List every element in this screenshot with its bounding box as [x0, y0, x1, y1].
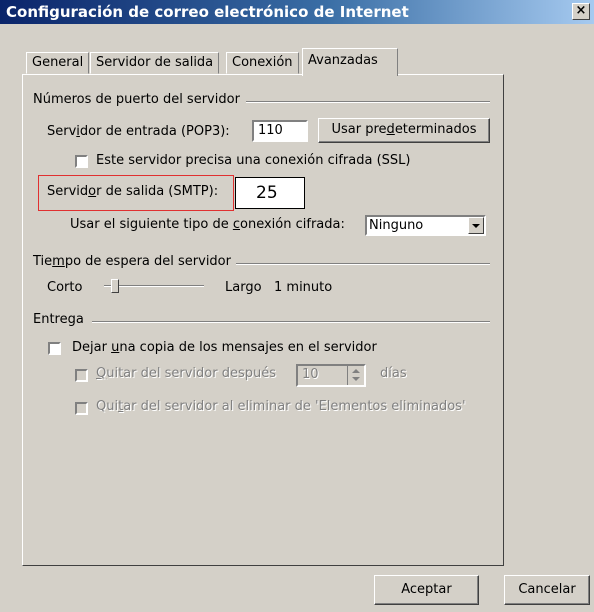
- tab-panel-avanzadas: [22, 74, 504, 566]
- remove-after-checkbox[interactable]: [75, 369, 88, 382]
- ports-separator: [246, 101, 490, 103]
- dialog-window: Configuración de correo electrónico de I…: [0, 0, 594, 612]
- remove-deleted-label: Quitar del servidor al eliminar de 'Elem…: [96, 399, 466, 414]
- ports-section-title: Números de puerto del servidor: [33, 92, 240, 107]
- tab-servidor-de-salida[interactable]: Servidor de salida: [90, 52, 220, 74]
- ok-button[interactable]: Aceptar: [374, 575, 479, 605]
- title-bar[interactable]: Configuración de correo electrónico de I…: [0, 0, 594, 24]
- timeout-slider-track[interactable]: [104, 285, 204, 287]
- timeout-value: 1 minuto: [274, 280, 333, 295]
- use-defaults-button[interactable]: Usar predeterminados: [318, 118, 490, 143]
- chevron-down-icon: [472, 224, 480, 228]
- timeout-separator: [236, 263, 490, 265]
- timeout-slider-thumb[interactable]: [111, 279, 119, 293]
- leave-copy-label: Dejar una copia de los mensajes en el se…: [72, 340, 377, 355]
- delivery-section-title: Entrega: [33, 312, 84, 327]
- encryption-type-label: Usar el siguiente tipo de conexión cifra…: [70, 217, 345, 232]
- close-button[interactable]: ×: [572, 3, 590, 20]
- days-label: días: [380, 366, 407, 381]
- ssl-checkbox[interactable]: [75, 155, 88, 168]
- spinner-arrows-icon[interactable]: [347, 366, 364, 385]
- dropdown-arrow-button[interactable]: [468, 217, 484, 234]
- leave-copy-checkbox[interactable]: [48, 342, 61, 355]
- close-icon: ×: [575, 3, 587, 18]
- ssl-checkbox-label: Este servidor precisa una conexión cifra…: [96, 153, 411, 168]
- incoming-port-label: Servidor de entrada (POP3):: [47, 124, 230, 139]
- tab-avanzadas[interactable]: Avanzadas: [302, 48, 398, 76]
- tab-general[interactable]: General: [26, 52, 90, 74]
- tab-conexion[interactable]: Conexión: [226, 52, 299, 74]
- cancel-button[interactable]: Cancelar: [504, 575, 590, 605]
- timeout-section-title: Tiempo de espera del servidor: [33, 254, 231, 269]
- outgoing-port-label: Servidor de salida (SMTP):: [47, 184, 219, 199]
- remove-after-label: Quitar del servidor después: [96, 366, 277, 381]
- remove-after-days-value: 10: [302, 367, 319, 382]
- timeout-long-label: Largo: [225, 280, 262, 295]
- timeout-short-label: Corto: [47, 280, 83, 295]
- outgoing-port-input[interactable]: 25: [235, 177, 305, 209]
- encryption-type-value: Ninguno: [369, 218, 424, 233]
- remove-deleted-checkbox[interactable]: [75, 402, 88, 415]
- encryption-type-select[interactable]: Ninguno: [365, 215, 486, 236]
- delivery-separator: [92, 321, 490, 323]
- window-title: Configuración de correo electrónico de I…: [6, 3, 409, 21]
- incoming-port-input[interactable]: 110: [252, 120, 308, 142]
- remove-after-days-stepper[interactable]: 10: [296, 364, 366, 387]
